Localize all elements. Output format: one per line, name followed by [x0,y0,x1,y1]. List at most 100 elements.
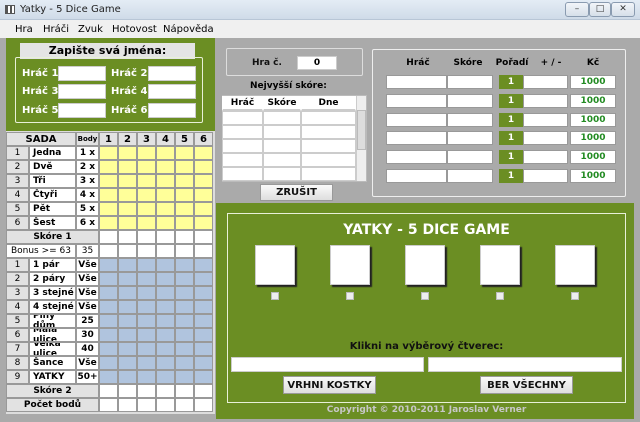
score-cell[interactable] [118,300,137,314]
score-cell[interactable] [118,174,137,188]
cancel-button[interactable]: ZRUŠIT [260,184,333,201]
score-cell[interactable] [194,188,213,202]
score-cell[interactable] [118,216,137,230]
player-name-input[interactable] [148,103,196,118]
score-cell[interactable] [194,300,213,314]
score-cell[interactable] [137,356,156,370]
die[interactable] [255,245,295,285]
score-cell[interactable] [156,328,175,342]
score-cell[interactable] [175,174,194,188]
score-cell[interactable] [137,188,156,202]
score-cell[interactable] [137,272,156,286]
score-cell[interactable] [194,174,213,188]
score-cell[interactable] [194,272,213,286]
score-cell[interactable] [194,202,213,216]
score-cell[interactable] [175,314,194,328]
menu-hotovost[interactable]: Hotovost [112,24,157,35]
score-cell[interactable] [156,174,175,188]
score-cell[interactable] [137,370,156,384]
die[interactable] [330,245,370,285]
highscore-scrollbar[interactable] [356,96,366,181]
score-cell[interactable] [118,202,137,216]
score-cell[interactable] [118,370,137,384]
score-cell[interactable] [175,370,194,384]
score-cell[interactable] [175,300,194,314]
score-cell[interactable] [99,356,118,370]
score-cell[interactable] [175,272,194,286]
score-cell[interactable] [99,300,118,314]
score-cell[interactable] [137,258,156,272]
score-cell[interactable] [137,314,156,328]
score-cell[interactable] [194,146,213,160]
score-cell[interactable] [156,258,175,272]
score-cell[interactable] [175,356,194,370]
hold-checkbox[interactable] [571,292,579,300]
score-cell[interactable] [194,356,213,370]
score-cell[interactable] [194,328,213,342]
score-cell[interactable] [99,370,118,384]
score-cell[interactable] [156,300,175,314]
score-cell[interactable] [137,216,156,230]
score-cell[interactable] [118,328,137,342]
score-cell[interactable] [156,314,175,328]
score-cell[interactable] [118,356,137,370]
score-cell[interactable] [118,342,137,356]
score-cell[interactable] [175,328,194,342]
score-cell[interactable] [99,258,118,272]
hold-checkbox[interactable] [421,292,429,300]
score-cell[interactable] [156,216,175,230]
score-cell[interactable] [175,216,194,230]
player-name-input[interactable] [58,103,106,118]
menu-hraci[interactable]: Hráči [43,24,69,35]
score-cell[interactable] [118,160,137,174]
score-cell[interactable] [137,342,156,356]
menu-napoveda[interactable]: Nápověda [163,24,214,35]
take-all-button[interactable]: BER VŠECHNY [480,376,573,394]
score-cell[interactable] [118,286,137,300]
score-cell[interactable] [118,314,137,328]
score-cell[interactable] [137,160,156,174]
score-cell[interactable] [194,314,213,328]
score-cell[interactable] [99,174,118,188]
hold-checkbox[interactable] [496,292,504,300]
score-cell[interactable] [175,342,194,356]
hold-checkbox[interactable] [346,292,354,300]
score-cell[interactable] [194,370,213,384]
score-cell[interactable] [156,188,175,202]
player-name-input[interactable] [58,84,106,99]
score-cell[interactable] [99,272,118,286]
score-cell[interactable] [137,286,156,300]
score-cell[interactable] [156,356,175,370]
score-cell[interactable] [99,202,118,216]
score-cell[interactable] [118,258,137,272]
die[interactable] [405,245,445,285]
score-cell[interactable] [156,202,175,216]
score-cell[interactable] [194,258,213,272]
score-cell[interactable] [175,258,194,272]
score-cell[interactable] [118,272,137,286]
player-name-input[interactable] [58,66,106,81]
close-button[interactable]: ✕ [611,2,635,17]
score-cell[interactable] [118,188,137,202]
score-cell[interactable] [156,146,175,160]
score-cell[interactable] [99,146,118,160]
score-cell[interactable] [99,160,118,174]
score-cell[interactable] [99,216,118,230]
menu-hra[interactable]: Hra [15,24,33,35]
score-cell[interactable] [194,160,213,174]
score-cell[interactable] [175,146,194,160]
score-cell[interactable] [137,328,156,342]
score-cell[interactable] [156,286,175,300]
score-cell[interactable] [99,188,118,202]
score-cell[interactable] [175,286,194,300]
die[interactable] [555,245,595,285]
player-name-input[interactable] [148,84,196,99]
score-cell[interactable] [118,146,137,160]
score-cell[interactable] [194,216,213,230]
score-cell[interactable] [137,146,156,160]
score-cell[interactable] [175,160,194,174]
score-cell[interactable] [194,286,213,300]
score-cell[interactable] [99,314,118,328]
score-cell[interactable] [137,174,156,188]
score-cell[interactable] [99,286,118,300]
